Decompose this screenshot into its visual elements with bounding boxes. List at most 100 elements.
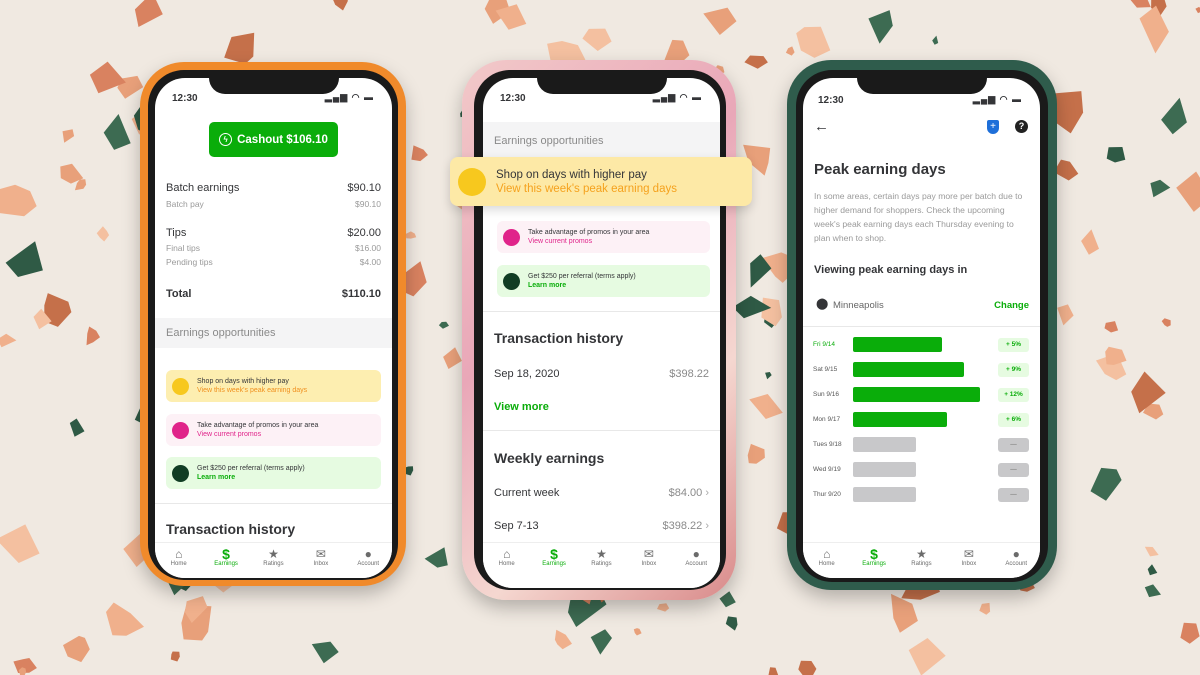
nav-item-ratings[interactable]: ★ Ratings [253, 547, 293, 578]
viewing-label: Viewing peak earning days in [814, 264, 968, 276]
promos-link[interactable]: View current promos [528, 238, 649, 245]
nav-item-account[interactable]: ● Account [676, 547, 716, 588]
bottom-nav: ⌂ Home $ Earnings ★ Ratings ✉ Inbox ● Account [155, 542, 392, 578]
percent-badge: + 12% [998, 388, 1029, 402]
terrazzo-chip [311, 641, 339, 664]
promo-card-referral[interactable]: Get $250 per referral (terms apply) Learn… [166, 457, 381, 489]
terrazzo-chip [96, 226, 110, 242]
nav-item-home[interactable]: ⌂ Home [487, 547, 527, 588]
peak-days-link[interactable]: View this week's peak earning days [496, 183, 677, 195]
change-location-button[interactable]: Change [994, 300, 1029, 311]
day-label: Fri 9/14 [813, 341, 836, 348]
shield-icon[interactable]: + [987, 120, 999, 134]
day-label: Mon 9/17 [813, 416, 841, 423]
nav-item-ratings[interactable]: ★ Ratings [581, 547, 621, 588]
terrazzo-chip [0, 333, 17, 348]
percent-badge: + 9% [998, 363, 1029, 377]
terrazzo-chip [798, 660, 817, 675]
terrazzo-chip [1147, 564, 1158, 576]
terrazzo-chip [170, 651, 180, 662]
day-label: Sun 9/16 [813, 391, 840, 398]
promo-card-referral[interactable]: Get $250 per referral (terms apply) Learn… [497, 265, 710, 297]
cashout-button[interactable]: ϟ Cashout $106.10 [209, 122, 338, 157]
terrazzo-chip [103, 114, 131, 150]
day-label: Sat 9/15 [813, 366, 838, 373]
weekly-earnings-heading: Weekly earnings [494, 450, 605, 466]
peak-days-link[interactable]: View this week's peak earning days [197, 387, 307, 394]
percent-badge: — [998, 438, 1029, 452]
terrazzo-chip [744, 55, 768, 69]
terrazzo-chip [62, 129, 75, 143]
nav-item-account[interactable]: ● Account [996, 547, 1036, 578]
terrazzo-chip [1057, 304, 1074, 326]
terrazzo-chip [1104, 321, 1119, 333]
terrazzo-chip [1161, 318, 1171, 327]
terrazzo-chip [134, 0, 163, 27]
terrazzo-chip [633, 628, 642, 636]
nav-item-home[interactable]: ⌂ Home [807, 547, 847, 578]
view-more-link[interactable]: View more [494, 401, 549, 413]
terrazzo-chip [5, 241, 43, 277]
nav-item-home[interactable]: ⌂ Home [159, 547, 199, 578]
nav-item-inbox[interactable]: ✉ Inbox [949, 547, 989, 578]
terrazzo-chip [796, 26, 831, 58]
nav-item-inbox[interactable]: ✉ Inbox [629, 547, 669, 588]
back-arrow-icon[interactable]: ← [814, 118, 829, 135]
promo-card-peak-days-highlight[interactable]: Shop on days with higher pay View this we… [450, 157, 752, 206]
status-time: 12:30 [500, 93, 526, 104]
terrazzo-chip [411, 145, 428, 162]
terrazzo-chip [765, 372, 772, 380]
day-label: Thur 9/20 [813, 491, 841, 498]
referral-icon [172, 464, 189, 482]
dollar-icon: $ [222, 546, 230, 562]
tips-label: Tips [166, 227, 187, 239]
nav-item-earnings[interactable]: $ Earnings [854, 547, 894, 578]
day-bar [853, 412, 948, 427]
terrazzo-chip [768, 667, 779, 675]
terrazzo-chip [1180, 622, 1200, 644]
terrazzo-chip [424, 547, 448, 568]
percent-badge: — [998, 488, 1029, 502]
nav-item-ratings[interactable]: ★ Ratings [901, 547, 941, 578]
terrazzo-chip [554, 629, 572, 650]
help-icon[interactable]: ? [1015, 120, 1028, 133]
promo-card-peak-days[interactable]: Shop on days with higher pay View this we… [166, 370, 381, 402]
nav-item-inbox[interactable]: ✉ Inbox [301, 547, 341, 578]
terrazzo-chip [590, 629, 612, 655]
terrazzo-chip [443, 347, 462, 369]
nav-item-account[interactable]: ● Account [348, 547, 388, 578]
location-name: Minneapolis [833, 300, 884, 311]
terrazzo-chip [932, 35, 939, 45]
status-icons: ▂▄▆ ◠ ▬ [972, 94, 1022, 104]
bottom-nav: ⌂ Home $ Earnings ★ Ratings ✉ Inbox ● Account [803, 542, 1040, 578]
batch-pay-value: $90.10 [355, 199, 381, 209]
terrazzo-chip [1161, 97, 1187, 135]
location-pin-icon: ⬤ [816, 298, 829, 310]
terrazzo-chip [1150, 179, 1171, 198]
terrazzo-chip [1053, 159, 1079, 181]
description: In some areas, certain days pay more per… [814, 191, 1023, 243]
nav-item-earnings[interactable]: $ Earnings [534, 547, 574, 588]
mail-icon: ✉ [315, 547, 326, 561]
referral-link[interactable]: Learn more [197, 474, 305, 481]
promo-card-promos[interactable]: Take advantage of promos in your area Vie… [497, 221, 710, 253]
terrazzo-chip [438, 321, 449, 329]
phone2-screen: 12:30 ▂▄▆ ◠ ▬ Earnings opportunities Tak… [483, 78, 720, 588]
mail-icon: ✉ [643, 547, 654, 561]
percent-badge: + 6% [998, 413, 1029, 427]
terrazzo-chip [747, 443, 765, 464]
terrazzo-chip [106, 602, 144, 636]
promos-link[interactable]: View current promos [197, 431, 318, 438]
referral-link[interactable]: Learn more [528, 282, 636, 289]
day-bar [853, 362, 964, 377]
bottom-nav: ⌂ Home $ Earnings ★ Ratings ✉ Inbox ● Account [483, 542, 720, 588]
transaction-row[interactable]: Sep 18, 2020 $398.22 [494, 368, 709, 380]
terrazzo-chip [86, 326, 100, 346]
tips-value: $20.00 [347, 227, 381, 239]
promo-card-promos[interactable]: Take advantage of promos in your area Vie… [166, 414, 381, 446]
terrazzo-chip [725, 616, 738, 631]
nav-item-earnings[interactable]: $ Earnings [206, 547, 246, 578]
dollar-icon: $ [870, 546, 878, 562]
week-row[interactable]: Current week $84.00 › [494, 487, 709, 499]
week-row[interactable]: Sep 7-13 $398.22 › [494, 520, 709, 532]
